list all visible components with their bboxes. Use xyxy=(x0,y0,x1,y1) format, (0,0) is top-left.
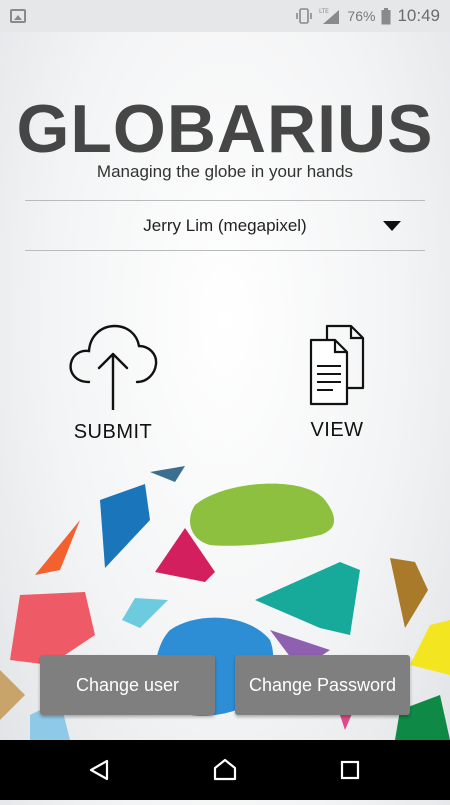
nav-back-button[interactable] xyxy=(70,740,130,800)
vibrate-icon xyxy=(296,8,313,24)
change-user-button[interactable]: Change user xyxy=(40,655,215,715)
app-title: GLOBARIUS xyxy=(16,91,434,167)
piece xyxy=(255,562,360,635)
submit-label: SUBMIT xyxy=(73,421,153,443)
selected-user: Jerry Lim (megapixel) xyxy=(143,215,307,235)
battery-percent: 76% xyxy=(347,8,376,24)
user-dropdown[interactable]: Jerry Lim (megapixel) xyxy=(25,201,425,250)
app-subtitle: Managing the globe in your hands xyxy=(96,162,354,181)
piece xyxy=(190,483,335,546)
navigation-bar xyxy=(0,740,450,800)
battery-icon xyxy=(381,7,391,24)
home-icon xyxy=(213,758,237,781)
view-label: VIEW xyxy=(310,419,364,441)
nav-recents-button[interactable] xyxy=(320,740,380,800)
clock: 10:49 xyxy=(397,6,440,25)
piece xyxy=(390,558,428,628)
network-type-label: LTE xyxy=(319,8,329,15)
change-password-button[interactable]: Change Password xyxy=(235,655,410,715)
view-button[interactable]: VIEW xyxy=(262,322,412,442)
piece xyxy=(122,598,168,628)
documents-icon xyxy=(309,324,365,406)
piece xyxy=(100,484,150,568)
signal-icon: LTE xyxy=(319,8,340,24)
cloud-upload-icon xyxy=(69,324,158,412)
submit-button[interactable]: SUBMIT xyxy=(38,318,188,444)
nav-home-button[interactable] xyxy=(195,740,255,800)
recents-square-icon xyxy=(340,760,360,780)
piece xyxy=(150,466,185,482)
back-triangle-icon xyxy=(89,759,109,781)
gallery-notification-icon xyxy=(10,9,26,23)
piece xyxy=(410,620,450,675)
divider-bottom xyxy=(25,250,425,251)
status-bar: LTE 76% 10:49 xyxy=(0,0,450,32)
piece xyxy=(0,670,25,720)
dropdown-arrow-icon xyxy=(383,221,401,231)
piece xyxy=(35,520,80,575)
